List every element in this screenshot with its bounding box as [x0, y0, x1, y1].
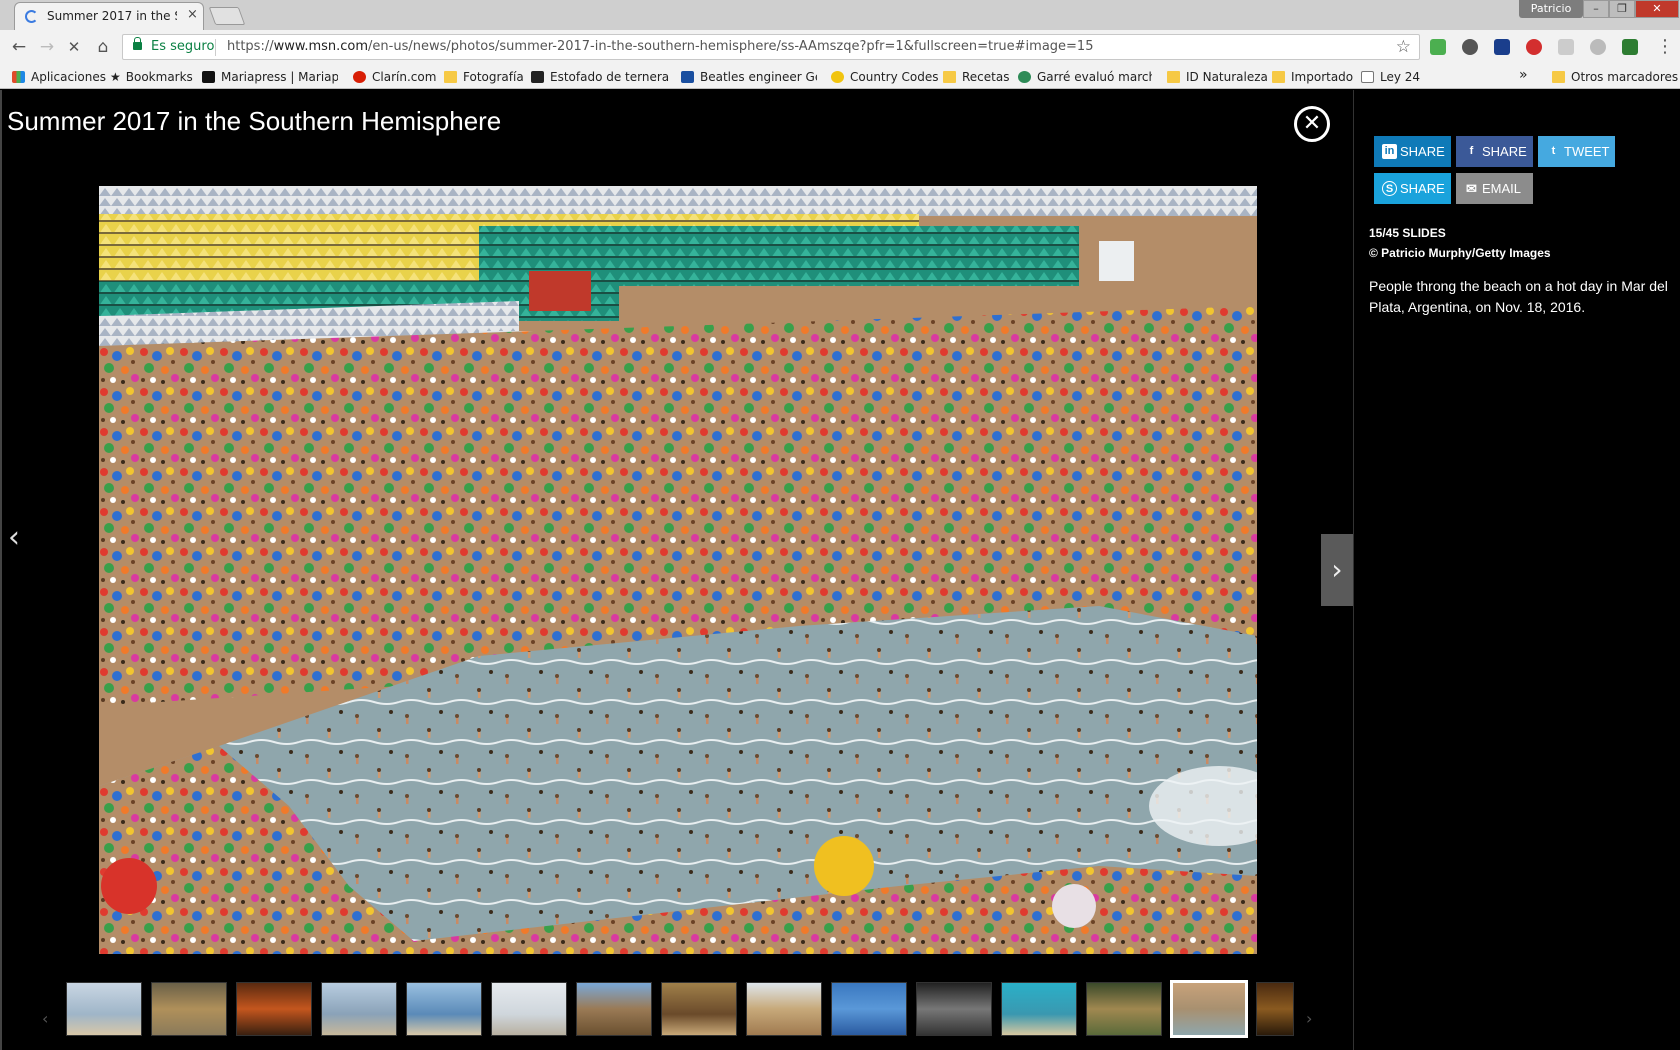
slide-caption: People throng the beach on a hot day in …: [1369, 278, 1668, 315]
m-logo-icon: [202, 71, 215, 83]
previous-slide-arrow-icon[interactable]: ‹: [8, 520, 20, 555]
stop-loading-button[interactable]: ✕: [63, 36, 85, 58]
new-tab-button[interactable]: [208, 7, 246, 25]
back-button[interactable]: ←: [8, 36, 30, 58]
bookmark-garre[interactable]: Garré evaluó marcha: [1018, 68, 1152, 86]
address-divider: [215, 39, 216, 56]
maximize-button[interactable]: ❐: [1609, 0, 1635, 18]
linkedin-share-button[interactable]: in SHARE: [1374, 136, 1451, 167]
url-text[interactable]: https://www.msn.com/en-us/news/photos/su…: [227, 39, 1093, 54]
news-icon: [1018, 71, 1031, 83]
thumbnail[interactable]: [1001, 982, 1077, 1036]
slide-counter: 15/45 SLIDES: [1369, 226, 1446, 240]
cloud-extension-icon[interactable]: [1590, 39, 1606, 55]
secure-label: Es seguro: [151, 39, 215, 54]
next-slide-arrow-icon[interactable]: ›: [1321, 534, 1353, 606]
filmstrip-next-arrow-icon[interactable]: ›: [1306, 1009, 1312, 1028]
recipe-icon: [531, 71, 544, 83]
camera-extension-icon[interactable]: [1558, 39, 1574, 55]
folder-icon: [1167, 71, 1180, 83]
extension-icon[interactable]: [1494, 39, 1510, 55]
slideshow-page: Summer 2017 in the Southern Hemisphere ✕…: [0, 90, 1680, 1050]
thumbnail[interactable]: [831, 982, 907, 1036]
star-icon: ★: [110, 70, 121, 84]
tab-title: Summer 2017 in the Southern Hemisphere: [47, 9, 177, 23]
address-bar[interactable]: Es seguro https://www.msn.com/en-us/news…: [122, 34, 1420, 60]
forward-button[interactable]: →: [36, 36, 58, 58]
thumbnail[interactable]: [321, 982, 397, 1036]
skype-share-button[interactable]: S SHARE: [1374, 173, 1451, 204]
bookmark-country-codes[interactable]: Country Codes: [831, 68, 938, 86]
slide-info-panel: in SHARE f SHARE t TWEET S SHARE ✉ EMAIL 15/4…: [1353, 90, 1680, 1050]
lock-icon: [133, 37, 142, 50]
tab-close-icon[interactable]: ×: [187, 7, 198, 22]
thumbnail[interactable]: [1256, 982, 1294, 1036]
beach-photo-image: [99, 186, 1257, 954]
extension-icon[interactable]: [1462, 39, 1478, 55]
page-icon: [1361, 71, 1374, 83]
slideshow-title: Summer 2017 in the Southern Hemisphere: [7, 106, 502, 136]
browser-titlebar: Summer 2017 in the Southern Hemisphere ×…: [0, 0, 1680, 30]
extension-icon[interactable]: [1622, 39, 1638, 55]
bookmark-beatles[interactable]: Beatles engineer Geof: [681, 68, 817, 86]
twitter-icon: t: [1551, 145, 1556, 157]
home-button[interactable]: ⌂: [92, 36, 114, 58]
apps-grid-icon: [12, 71, 25, 83]
bookmarks-overflow-button[interactable]: »: [1519, 66, 1528, 84]
folder-icon: [444, 71, 457, 83]
bookmark-aplicaciones[interactable]: Aplicaciones: [12, 68, 106, 86]
facebook-icon: f: [1469, 145, 1474, 157]
twitter-tweet-button[interactable]: t TWEET: [1538, 136, 1615, 167]
bookmarks-bar: Aplicaciones ★ Bookmarks Mariapress | Mar…: [0, 64, 1680, 89]
folder-icon: [1552, 71, 1565, 83]
bookmark-otros-marcadores[interactable]: Otros marcadores: [1552, 68, 1678, 86]
bookmark-ley-24[interactable]: Ley 24: [1361, 68, 1420, 86]
extension-icon[interactable]: [1430, 39, 1446, 55]
folder-icon: [1272, 71, 1285, 83]
thumbnail[interactable]: [661, 982, 737, 1036]
thumbnail[interactable]: [1086, 982, 1162, 1036]
bookmark-clarin[interactable]: Clarín.com: [353, 68, 436, 86]
thumbnail[interactable]: [406, 982, 482, 1036]
thumbnail[interactable]: [236, 982, 312, 1036]
browser-tab[interactable]: Summer 2017 in the Southern Hemisphere ×: [14, 2, 204, 30]
bookmark-mariapress[interactable]: Mariapress | Mariapre: [202, 68, 338, 86]
thumbnail[interactable]: [66, 982, 142, 1036]
window-close-button[interactable]: ✕: [1635, 0, 1679, 18]
linkedin-icon: in: [1382, 144, 1397, 159]
photo-credit: © Patricio Murphy/Getty Images: [1369, 246, 1551, 260]
email-icon: ✉: [1466, 181, 1477, 196]
bookmark-importado[interactable]: Importado: [1272, 68, 1353, 86]
profile-button[interactable]: Patricio: [1519, 0, 1583, 18]
browser-toolbar: ← → ✕ ⌂ Es seguro https://www.msn.com/en…: [0, 30, 1680, 64]
thumbnail-selected[interactable]: [1170, 980, 1248, 1038]
thumbnail[interactable]: [576, 982, 652, 1036]
bookmark-fotografia[interactable]: Fotografía: [444, 68, 524, 86]
mc-logo-icon: [681, 71, 694, 83]
skype-icon: S: [1382, 181, 1397, 196]
loading-spinner-icon: [25, 10, 38, 23]
email-share-button[interactable]: ✉ EMAIL: [1456, 173, 1533, 204]
page-edge: [0, 90, 2, 1050]
thumbnail[interactable]: [491, 982, 567, 1036]
bookmark-recetas[interactable]: Recetas: [943, 68, 1009, 86]
bulb-icon: [831, 71, 844, 83]
facebook-share-button[interactable]: f SHARE: [1456, 136, 1533, 167]
thumbnail[interactable]: [916, 982, 992, 1036]
bookmark-bookmarks[interactable]: ★ Bookmarks: [110, 68, 193, 86]
slide-photo[interactable]: [99, 186, 1257, 954]
extension-icon[interactable]: [1526, 39, 1542, 55]
clarin-icon: [353, 71, 366, 83]
folder-icon: [943, 71, 956, 83]
bookmark-id-naturaleza[interactable]: ID Naturaleza: [1167, 68, 1268, 86]
thumbnail[interactable]: [746, 982, 822, 1036]
thumbnail[interactable]: [151, 982, 227, 1036]
browser-menu-icon[interactable]: ⋮: [1656, 36, 1674, 57]
bookmark-star-icon[interactable]: ☆: [1396, 37, 1411, 57]
bookmark-estofado[interactable]: Estofado de ternera a: [531, 68, 669, 86]
close-slideshow-button[interactable]: ✕: [1294, 106, 1330, 142]
minimize-button[interactable]: –: [1583, 0, 1609, 18]
thumbnail-filmstrip: [46, 980, 1301, 1040]
